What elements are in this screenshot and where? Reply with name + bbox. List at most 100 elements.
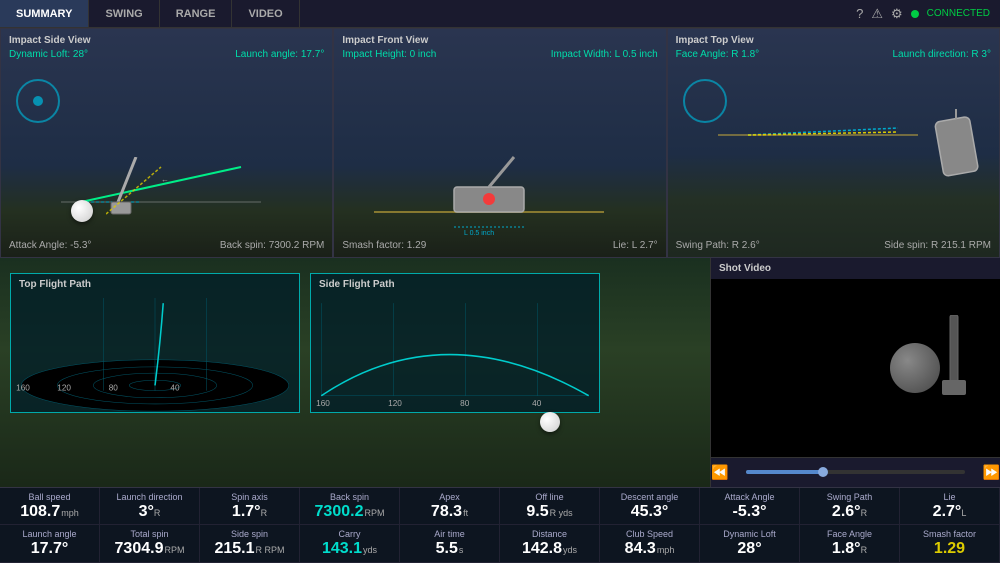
stat-lie: Lie 2.7°L bbox=[900, 488, 1000, 525]
video-ball bbox=[890, 343, 940, 393]
impact-views-row: Impact Side View Dynamic Loft: 28° Launc… bbox=[0, 28, 1000, 258]
top-view-club bbox=[929, 109, 989, 189]
stat-launch-angle-label: Launch angle bbox=[6, 529, 93, 539]
top-flight-svg: 160 120 80 40 bbox=[11, 274, 299, 412]
stat-back-spin-value: 7300.2 bbox=[315, 503, 364, 520]
svg-text:40: 40 bbox=[532, 399, 542, 408]
middle-section: Top Flight Path 160 120 bbox=[0, 258, 1000, 487]
stat-face-angle-label: Face Angle bbox=[806, 529, 893, 539]
warning-icon[interactable]: ⚠ bbox=[871, 6, 883, 22]
stat-carry-label: Carry bbox=[306, 529, 393, 539]
stat-distance-unit: yds bbox=[563, 545, 577, 555]
connection-indicator bbox=[911, 10, 919, 18]
stat-air-time-label: Air time bbox=[406, 529, 493, 539]
side-view-club bbox=[106, 157, 166, 227]
video-progress-bar[interactable] bbox=[746, 470, 964, 474]
stats-row-1: Ball speed 108.7mph Launch direction 3°R… bbox=[0, 488, 1000, 526]
side-flight-svg: 160 120 80 40 bbox=[311, 274, 599, 412]
stat-ball-speed-label: Ball speed bbox=[6, 492, 93, 502]
stat-dynamic-loft: Dynamic Loft 28° bbox=[700, 525, 800, 562]
top-swing-path: Swing Path: R 2.6° bbox=[676, 240, 760, 251]
stat-air-time: Air time 5.5s bbox=[400, 525, 500, 562]
top-flight-box: Top Flight Path 160 120 bbox=[10, 273, 300, 413]
top-navigation: SUMMARY SWING RANGE VIDEO ? ⚠ ⚙ CONNECTE… bbox=[0, 0, 1000, 28]
stat-carry-unit: yds bbox=[363, 545, 377, 555]
stat-side-spin: Side spin 215.1R RPM bbox=[200, 525, 300, 562]
stat-distance-value: 142.8 bbox=[522, 540, 562, 557]
stat-ball-speed-unit: mph bbox=[61, 508, 79, 518]
top-view-title: Impact Top View bbox=[676, 35, 754, 46]
stat-swing-path-label: Swing Path bbox=[806, 492, 893, 502]
stat-distance: Distance 142.8yds bbox=[500, 525, 600, 562]
side-attack-angle: Attack Angle: -5.3° bbox=[9, 240, 91, 251]
top-view-svg bbox=[718, 120, 918, 160]
swing-arc-dot bbox=[16, 79, 60, 123]
stat-apex-unit: ft bbox=[463, 508, 468, 518]
stat-swing-path: Swing Path 2.6°R bbox=[800, 488, 900, 525]
help-icon[interactable]: ? bbox=[856, 6, 863, 21]
main-area: Impact Side View Dynamic Loft: 28° Launc… bbox=[0, 28, 1000, 563]
stat-back-spin: Back spin 7300.2RPM bbox=[300, 488, 400, 525]
front-smash-factor: Smash factor: 1.29 bbox=[342, 240, 426, 251]
stat-lie-label: Lie bbox=[906, 492, 993, 502]
stat-carry: Carry 143.1yds bbox=[300, 525, 400, 562]
video-controls: ⏪ ⏩ bbox=[711, 457, 1000, 487]
stats-row-2: Launch angle 17.7° Total spin 7304.9RPM … bbox=[0, 525, 1000, 563]
side-view-title: Impact Side View bbox=[9, 35, 91, 46]
side-flight-box: Side Flight Path 160 120 80 40 bbox=[310, 273, 600, 413]
stat-launch-dir-label: Launch direction bbox=[106, 492, 193, 502]
video-progress-handle[interactable] bbox=[818, 467, 828, 477]
stat-smash-factor-value: 1.29 bbox=[934, 540, 965, 557]
svg-text:L 0.5 inch: L 0.5 inch bbox=[464, 230, 494, 237]
stat-attack-angle: Attack Angle -5.3° bbox=[700, 488, 800, 525]
front-lie: Lie: L 2.7° bbox=[613, 240, 658, 251]
impact-side-view: Impact Side View Dynamic Loft: 28° Launc… bbox=[0, 28, 333, 258]
stat-back-spin-unit: RPM bbox=[364, 508, 384, 518]
stat-launch-dir: Launch direction 3°R bbox=[100, 488, 200, 525]
settings-icon[interactable]: ⚙ bbox=[891, 6, 903, 22]
stat-ball-speed-value: 108.7 bbox=[20, 503, 60, 520]
video-panel: Shot Video ⏪ ⏩ bbox=[710, 258, 1000, 487]
top-launch-dir: Launch direction: R 3° bbox=[892, 49, 991, 60]
tab-swing[interactable]: SWING bbox=[89, 0, 159, 27]
stat-off-line-unit: R yds bbox=[550, 508, 573, 518]
stat-total-spin-value: 7304.9 bbox=[115, 540, 164, 557]
stats-section: Ball speed 108.7mph Launch direction 3°R… bbox=[0, 487, 1000, 563]
stat-swing-path-unit: R bbox=[861, 508, 868, 518]
stat-smash-factor-label: Smash factor bbox=[906, 529, 993, 539]
stat-apex-value: 78.3 bbox=[431, 503, 462, 520]
top-flight-title: Top Flight Path bbox=[19, 279, 91, 290]
stat-club-speed-value: 84.3 bbox=[625, 540, 656, 557]
stat-descent-label: Descent angle bbox=[606, 492, 693, 502]
tab-range[interactable]: RANGE bbox=[160, 0, 233, 27]
connection-status: CONNECTED bbox=[927, 8, 990, 19]
front-view-title: Impact Front View bbox=[342, 35, 428, 46]
tab-summary[interactable]: SUMMARY bbox=[0, 0, 89, 27]
tab-video[interactable]: VIDEO bbox=[232, 0, 299, 27]
stat-launch-dir-unit: R bbox=[154, 508, 161, 518]
side-dynamic-loft: Dynamic Loft: 28° bbox=[9, 49, 88, 60]
stat-lie-unit: L bbox=[961, 508, 966, 518]
front-impact-height: Impact Height: 0 inch bbox=[342, 49, 436, 60]
video-club bbox=[940, 315, 980, 415]
video-forward-button[interactable]: ⏩ bbox=[983, 464, 1000, 481]
svg-text:80: 80 bbox=[109, 384, 119, 393]
video-rewind-button[interactable]: ⏪ bbox=[711, 464, 728, 481]
stat-club-speed-unit: mph bbox=[657, 545, 675, 555]
stat-face-angle: Face Angle 1.8°R bbox=[800, 525, 900, 562]
stat-smash-factor: Smash factor 1.29 bbox=[900, 525, 1000, 562]
stat-face-angle-value: 1.8° bbox=[832, 540, 861, 557]
svg-text:80: 80 bbox=[460, 399, 470, 408]
stat-attack-label: Attack Angle bbox=[706, 492, 793, 502]
stat-air-time-value: 5.5 bbox=[436, 540, 458, 557]
stat-spin-axis-unit: R bbox=[261, 508, 268, 518]
stat-air-time-unit: s bbox=[459, 545, 464, 555]
stat-distance-label: Distance bbox=[506, 529, 593, 539]
stat-dynamic-loft-value: 28° bbox=[737, 540, 761, 557]
stat-launch-angle-value: 17.7° bbox=[31, 540, 69, 557]
stat-carry-value: 143.1 bbox=[322, 540, 362, 557]
top-view-arc bbox=[683, 79, 727, 123]
stat-lie-value: 2.7° bbox=[933, 503, 962, 520]
impact-top-view: Impact Top View Face Angle: R 1.8° Launc… bbox=[667, 28, 1000, 258]
stat-dynamic-loft-label: Dynamic Loft bbox=[706, 529, 793, 539]
